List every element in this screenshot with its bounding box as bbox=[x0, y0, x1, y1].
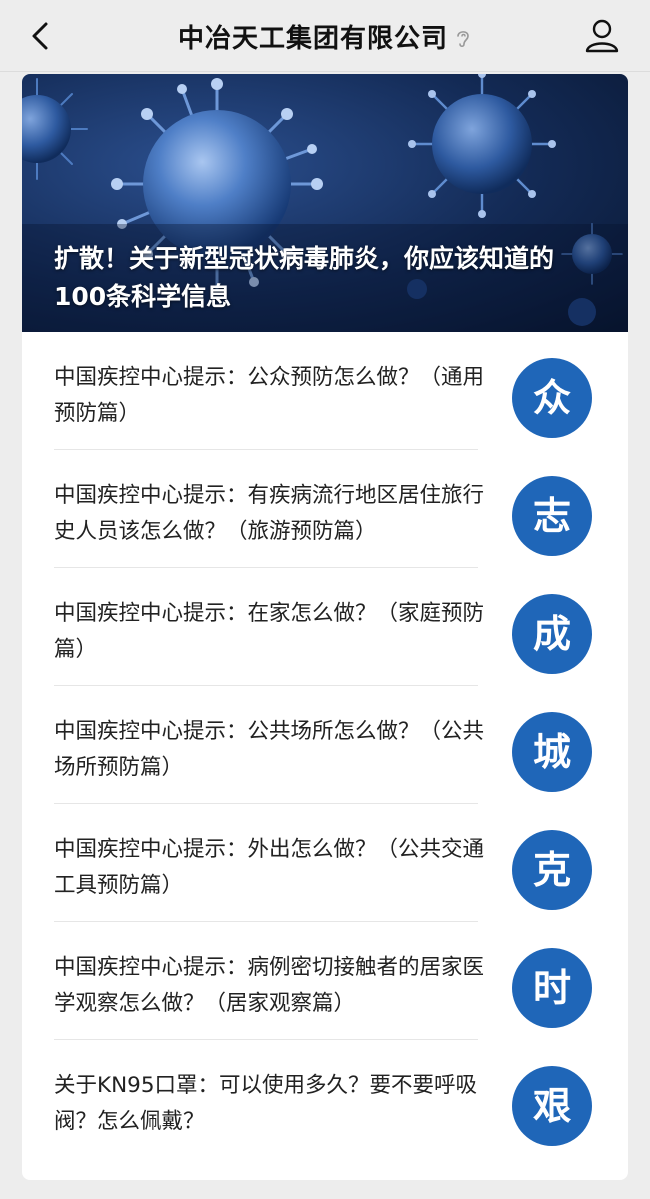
article-thumbnail: 成 bbox=[512, 594, 592, 674]
list-item[interactable]: 中国疾控中心提示：公共场所怎么做？（公共场所预防篇） 城 bbox=[22, 686, 628, 804]
list-item[interactable]: 中国疾控中心提示：有疾病流行地区居住旅行史人员该怎么做？（旅游预防篇） 志 bbox=[22, 450, 628, 568]
virus-left bbox=[22, 78, 88, 180]
page-title: 中冶天工集团有限公司 bbox=[177, 24, 448, 54]
article-thumbnail: 城 bbox=[512, 712, 592, 792]
list-item[interactable]: 中国疾控中心提示：公众预防怎么做？（通用预防篇） 众 bbox=[22, 332, 628, 450]
virus-right bbox=[408, 74, 556, 218]
article-thumbnail: 艰 bbox=[512, 1066, 592, 1146]
article-title: 中国疾控中心提示：在家怎么做？（家庭预防篇） bbox=[54, 601, 484, 662]
user-icon bbox=[585, 19, 619, 53]
article-title: 中国疾控中心提示：有疾病流行地区居住旅行史人员该怎么做？（旅游预防篇） bbox=[54, 483, 484, 544]
list-item[interactable]: 中国疾控中心提示：外出怎么做？（公共交通工具预防篇） 克 bbox=[22, 804, 628, 922]
list-item[interactable]: 中国疾控中心提示：在家怎么做？（家庭预防篇） 成 bbox=[22, 568, 628, 686]
article-thumbnail: 志 bbox=[512, 476, 592, 556]
article-title: 中国疾控中心提示：公共场所怎么做？（公共场所预防篇） bbox=[54, 719, 484, 780]
nav-bar: 中冶天工集团有限公司 bbox=[0, 0, 650, 72]
article-thumbnail: 时 bbox=[512, 948, 592, 1028]
list-item[interactable]: 中国疾控中心提示：病例密切接触者的居家医学观察怎么做？（居家观察篇） 时 bbox=[22, 922, 628, 1040]
banner-article[interactable]: 扩散！关于新型冠状病毒肺炎，你应该知道的100条科学信息 bbox=[22, 74, 628, 332]
article-thumbnail: 克 bbox=[512, 830, 592, 910]
article-card: 扩散！关于新型冠状病毒肺炎，你应该知道的100条科学信息 中国疾控中心提示：公众… bbox=[22, 74, 628, 1180]
article-title: 中国疾控中心提示：公众预防怎么做？（通用预防篇） bbox=[54, 365, 484, 426]
article-thumbnail: 众 bbox=[512, 358, 592, 438]
article-list: 中国疾控中心提示：公众预防怎么做？（通用预防篇） 众 中国疾控中心提示：有疾病流… bbox=[22, 332, 628, 1158]
article-title: 关于KN95口罩：可以使用多久？要不要呼吸阀？怎么佩戴？ bbox=[54, 1073, 478, 1134]
article-title: 中国疾控中心提示：外出怎么做？（公共交通工具预防篇） bbox=[54, 837, 484, 898]
page-title-wrap: 中冶天工集团有限公司 bbox=[0, 18, 650, 55]
profile-button[interactable] bbox=[582, 16, 622, 56]
banner-title: 扩散！关于新型冠状病毒肺炎，你应该知道的100条科学信息 bbox=[54, 244, 555, 311]
article-title: 中国疾控中心提示：病例密切接触者的居家医学观察怎么做？（居家观察篇） bbox=[54, 955, 484, 1016]
list-item[interactable]: 关于KN95口罩：可以使用多久？要不要呼吸阀？怎么佩戴？ 艰 bbox=[22, 1040, 628, 1158]
ear-icon[interactable] bbox=[454, 27, 472, 49]
